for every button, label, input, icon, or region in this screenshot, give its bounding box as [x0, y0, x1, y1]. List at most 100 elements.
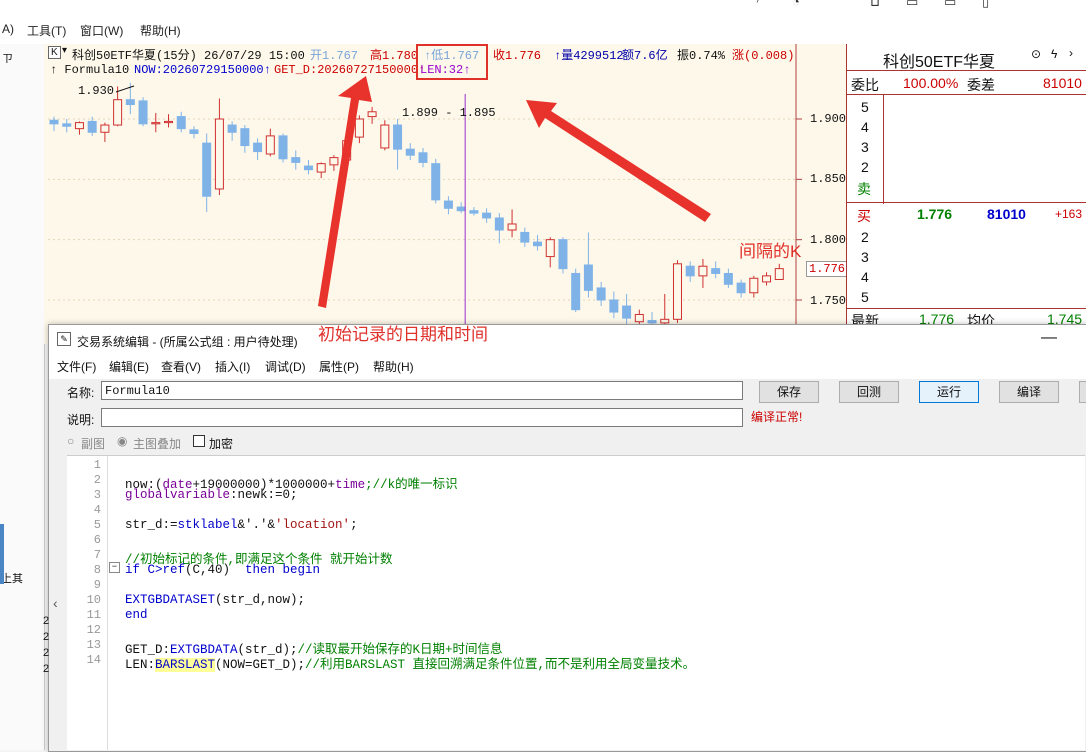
- menu-item-a[interactable]: A): [2, 22, 14, 36]
- expand-icon[interactable]: ›: [1069, 46, 1073, 60]
- cart-icon[interactable]: ⊔: [870, 0, 880, 10]
- candle-body: [749, 277, 759, 294]
- radio-main-label: 主图叠加: [133, 437, 182, 451]
- editor-menu-view[interactable]: 查看(V): [161, 358, 201, 375]
- candle-body: [647, 320, 657, 324]
- line-number: 5: [93, 518, 101, 532]
- candle-body: [253, 142, 263, 153]
- editor-menu-help[interactable]: 帮助(H): [373, 358, 414, 375]
- candle-body: [214, 118, 224, 190]
- candle-body: [164, 120, 174, 124]
- change: 涨(0.008): [732, 49, 795, 63]
- editor-menu-props[interactable]: 属性(P): [319, 358, 359, 375]
- minimize-icon[interactable]: —: [1041, 329, 1057, 347]
- candle-body: [189, 129, 199, 134]
- compile-button[interactable]: 编译: [999, 381, 1059, 403]
- editor-title: 交易系统编辑 - (所属公式组 : 用户待处理): [77, 335, 298, 349]
- kline-chart[interactable]: K ▾ 科创50ETF华夏(15分) 26/07/29 15:00 开1.767…: [44, 44, 849, 344]
- app-icon: ✎: [57, 332, 71, 346]
- buy1-change: +163: [1055, 207, 1083, 221]
- candle-body: [240, 128, 250, 147]
- candle-body: [151, 122, 161, 125]
- lightning-icon[interactable]: ϟ: [1051, 47, 1057, 61]
- encrypt-checkbox[interactable]: [193, 435, 205, 447]
- candle-body: [202, 142, 212, 197]
- user-icon[interactable]: ◔: [792, 0, 800, 9]
- open-price: 开1.767: [310, 49, 359, 63]
- radio-main[interactable]: ◉: [117, 434, 127, 448]
- radio-sub[interactable]: ○: [67, 434, 74, 448]
- candle-body: [354, 118, 364, 138]
- price-axis-tick: 1.850: [810, 172, 847, 186]
- buy-level: 5: [861, 289, 869, 305]
- candle-body: [558, 239, 568, 270]
- chevron-left-icon[interactable]: ‹: [53, 595, 58, 611]
- name-input[interactable]: Formula10: [101, 381, 743, 400]
- candle-body: [622, 305, 632, 319]
- editor-menu-insert[interactable]: 插入(I): [215, 358, 250, 375]
- editor-titlebar: ✎ 交易系统编辑 - (所属公式组 : 用户待处理) —: [49, 325, 1086, 355]
- name-label: 名称:: [67, 386, 95, 400]
- formula-name: ↑ Formula10: [50, 63, 130, 77]
- pin-icon[interactable]: ㄗ: [2, 50, 13, 66]
- high-label: 1.930: [78, 84, 115, 98]
- weibi-value: 100.00%: [903, 75, 959, 91]
- code-line-10: EXTGBDATASET(str_d,now);: [125, 593, 306, 607]
- candle-body: [571, 272, 581, 311]
- code-line-8: if C>ref(C,40) then begin: [125, 563, 321, 577]
- settings-icon[interactable]: ⊙: [1031, 47, 1041, 61]
- editor-menu-debug[interactable]: 调试(D): [265, 358, 306, 375]
- candle-body: [393, 124, 403, 150]
- get-d-value: GET_D:20260727150000↑: [274, 63, 426, 77]
- editor-left-gutter: ‹ 2 2 2 2: [43, 455, 67, 751]
- candle-body: [482, 212, 492, 219]
- save-button[interactable]: 保存: [759, 381, 819, 403]
- fold-toggle-icon[interactable]: −: [109, 562, 120, 573]
- candle-body: [469, 210, 479, 214]
- buy-level: 2: [861, 229, 869, 245]
- rss-icon[interactable]: ⁾: [756, 0, 759, 10]
- line-number: 8: [93, 563, 101, 577]
- candle-body: [533, 241, 543, 247]
- candle-body: [138, 100, 148, 125]
- line-number: 10: [86, 593, 101, 607]
- candle-body: [291, 157, 301, 163]
- candle-body: [303, 165, 313, 171]
- buy1-label: 买: [857, 208, 871, 224]
- now-value: NOW:20260729150000↑: [134, 63, 271, 77]
- side-num: 2: [43, 615, 50, 627]
- candle-body: [660, 318, 670, 324]
- candle-body: [672, 263, 682, 320]
- kline-chart-svg: [48, 44, 802, 344]
- lock-icon[interactable]: ▯: [982, 0, 989, 10]
- backtest-button[interactable]: 回测: [839, 381, 899, 403]
- menu-tools[interactable]: 工具(T): [27, 22, 66, 39]
- security-title: 科创50ETF华夏(15分) 26/07/29 15:00: [72, 49, 305, 63]
- editor-menu-file[interactable]: 文件(F): [57, 358, 96, 375]
- k-period-box[interactable]: K: [48, 46, 61, 59]
- candle-body: [227, 124, 237, 133]
- candle-body: [316, 163, 326, 173]
- buy-level: 3: [861, 249, 869, 265]
- line-number: 9: [93, 578, 101, 592]
- side-num: 2: [43, 631, 50, 643]
- menu-window[interactable]: 窗口(W): [80, 22, 123, 39]
- weicha-value: 81010: [1043, 75, 1082, 91]
- code-editor[interactable]: 1 2 3 4 5 6 7 8 9 10 11 12 13 14 − now:(…: [67, 455, 1085, 750]
- print-icon[interactable]: ▭: [944, 0, 956, 10]
- more-button[interactable]: [1079, 381, 1086, 403]
- desc-input[interactable]: [101, 408, 743, 427]
- export-icon[interactable]: ▭: [906, 0, 918, 10]
- run-button[interactable]: 运行: [919, 381, 979, 403]
- candle-body: [176, 116, 186, 130]
- dropdown-arrow-icon[interactable]: ▾: [62, 45, 67, 56]
- left-tool-strip: ㄗ 上其: [0, 44, 45, 750]
- candle-body: [545, 239, 555, 258]
- code-line-5: str_d:=stklabel&'.'&'location';: [125, 518, 358, 532]
- radio-sub-label: 副图: [81, 437, 106, 451]
- menu-help[interactable]: 帮助(H): [140, 22, 181, 39]
- editor-menu-edit[interactable]: 编辑(E): [109, 358, 149, 375]
- main-menu-bar: A) 工具(T) 窗口(W) 帮助(H) ⁾ ◔ ⊔ ▭ ▭ ▯: [0, 0, 1086, 45]
- sell-level: 3: [861, 139, 869, 155]
- candle-body: [380, 124, 390, 149]
